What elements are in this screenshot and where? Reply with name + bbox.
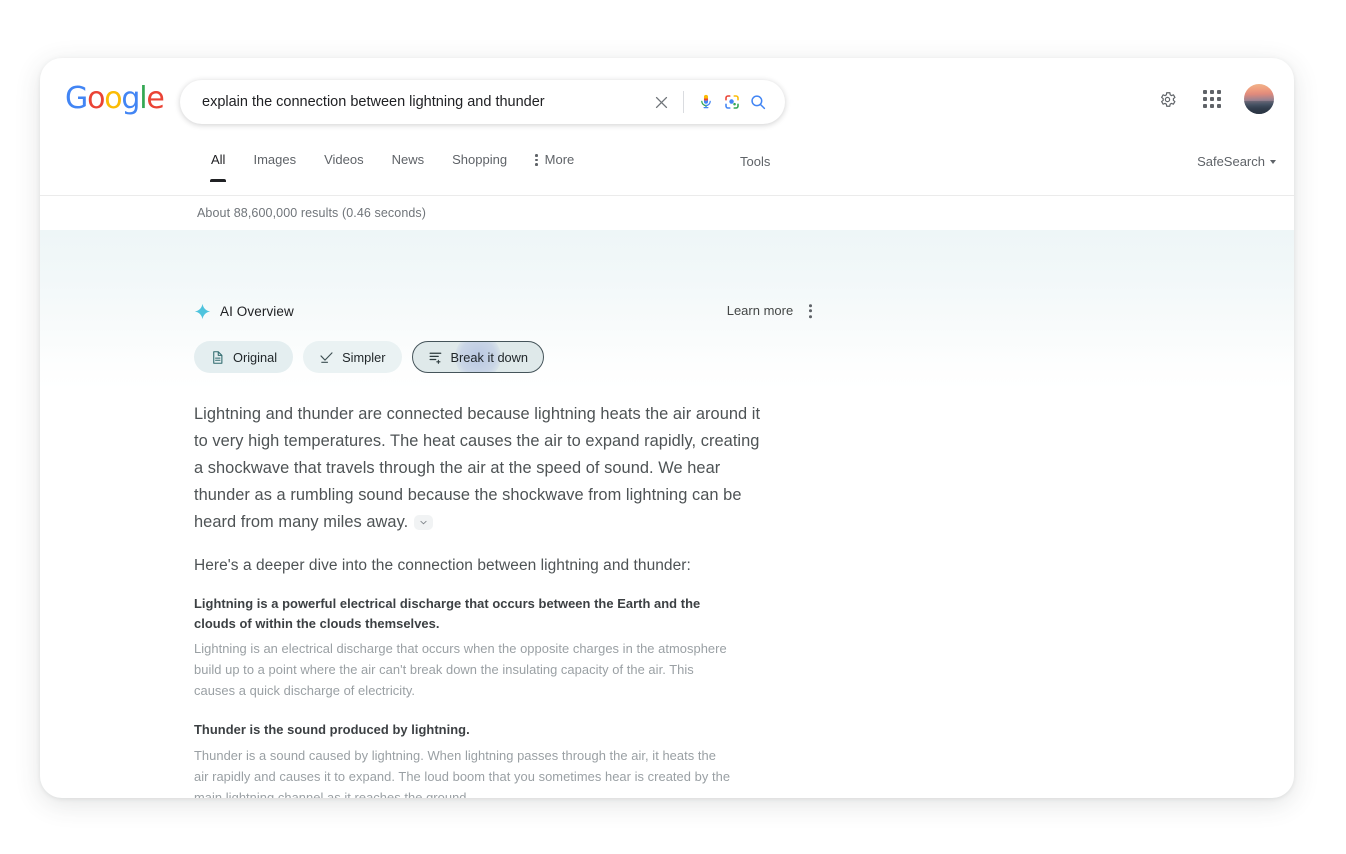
logo-letter-6: e xyxy=(146,81,164,116)
tab-news-label: News xyxy=(391,152,425,167)
search-box[interactable] xyxy=(180,80,785,124)
ai-section-1-body: Lightning is an electrical discharge tha… xyxy=(194,641,727,698)
ai-overview-header: AI Overview Learn more xyxy=(194,292,834,330)
header-actions xyxy=(1154,84,1274,114)
learn-more-link[interactable]: Learn more xyxy=(727,303,793,318)
tools-label: Tools xyxy=(740,154,771,169)
chevron-down-icon xyxy=(1270,159,1276,164)
logo-letter-4: g xyxy=(121,81,140,116)
ai-overview-summary-text: Lightning and thunder are connected beca… xyxy=(194,405,761,531)
search-input[interactable] xyxy=(180,81,648,123)
document-icon xyxy=(213,350,223,364)
tab-videos[interactable]: Videos xyxy=(310,152,378,182)
chip-original[interactable]: Original xyxy=(194,341,294,373)
chip-break-it-down-label: Break it down xyxy=(450,349,529,365)
tab-images-label: Images xyxy=(253,152,297,167)
search-divider xyxy=(683,91,684,113)
apps-grid-icon[interactable] xyxy=(1199,86,1225,112)
tab-images[interactable]: Images xyxy=(239,152,310,182)
ai-overview-region: AI Overview Learn more Original Simpler … xyxy=(40,230,1294,798)
ai-section-1-title: Lightning is a powerful electrical disch… xyxy=(194,596,701,631)
google-logo[interactable]: Google xyxy=(65,81,165,116)
logo-letter-1: G xyxy=(65,81,88,116)
ai-overview-title: AI Overview xyxy=(220,303,294,319)
ai-section-2: Thunder is the sound produced by lightni… xyxy=(194,720,734,798)
expand-summary-button[interactable] xyxy=(414,515,434,531)
clear-search-button[interactable] xyxy=(648,89,674,115)
nav-bar: All Images Videos News Shopping More Too… xyxy=(40,142,1294,196)
ai-overview-summary: Lightning and thunder are connected beca… xyxy=(194,401,772,536)
tab-shopping-label: Shopping xyxy=(452,152,508,167)
avatar[interactable] xyxy=(1244,84,1274,114)
list-add-icon xyxy=(429,352,441,364)
logo-letter-2: o xyxy=(87,81,105,116)
nav-tabs: All Images Videos News Shopping More xyxy=(197,152,588,182)
chip-original-label: Original xyxy=(233,349,278,365)
tab-shopping[interactable]: Shopping xyxy=(438,152,521,182)
deeper-dive-heading: Here's a deeper dive into the connection… xyxy=(194,557,691,574)
tab-all[interactable]: All xyxy=(197,152,239,182)
search-submit-button[interactable] xyxy=(745,89,771,115)
chip-simpler-label: Simpler xyxy=(342,349,386,365)
safesearch-label: SafeSearch xyxy=(1197,154,1265,169)
tab-more[interactable]: More xyxy=(521,152,588,182)
google-lens-icon[interactable] xyxy=(719,89,745,115)
gear-icon[interactable] xyxy=(1154,86,1180,112)
more-vert-icon xyxy=(535,154,538,166)
safesearch-button[interactable]: SafeSearch xyxy=(1197,154,1276,169)
more-options-icon[interactable] xyxy=(805,301,816,321)
chip-simpler[interactable]: Simpler xyxy=(303,341,402,373)
ai-section-2-title: Thunder is the sound produced by lightni… xyxy=(194,722,470,737)
microphone-icon[interactable] xyxy=(693,89,719,115)
simplify-check-icon xyxy=(320,351,333,363)
search-results-card: Google explain the connection between li… xyxy=(40,58,1294,798)
tab-videos-label: Videos xyxy=(324,152,364,167)
ai-section-2-body: Thunder is a sound caused by lightning. … xyxy=(194,747,731,799)
ai-overview-header-actions: Learn more xyxy=(727,301,816,321)
tab-news[interactable]: News xyxy=(378,152,439,182)
tab-all-label: All xyxy=(211,152,226,167)
header: Google xyxy=(40,58,1294,142)
chevron-down-icon xyxy=(420,521,427,525)
logo-letter-5: l xyxy=(139,81,147,116)
tab-more-label: More xyxy=(544,152,575,167)
results-count: About 88,600,000 results (0.46 seconds) xyxy=(197,206,427,220)
tools-button[interactable]: Tools xyxy=(740,154,770,169)
apps-grid-dots xyxy=(1203,90,1221,108)
chip-break-it-down[interactable]: Break it down xyxy=(411,341,545,373)
page-root: Google explain the connection between li… xyxy=(0,0,1346,854)
logo-letter-3: o xyxy=(104,81,122,116)
ai-section-1: Lightning is a powerful electrical disch… xyxy=(194,594,734,701)
ai-overview-chip-row: Original Simpler Break it down xyxy=(194,341,834,373)
sparkle-icon xyxy=(194,303,211,319)
ai-overview-content: AI Overview Learn more Original Simpler … xyxy=(194,230,834,798)
